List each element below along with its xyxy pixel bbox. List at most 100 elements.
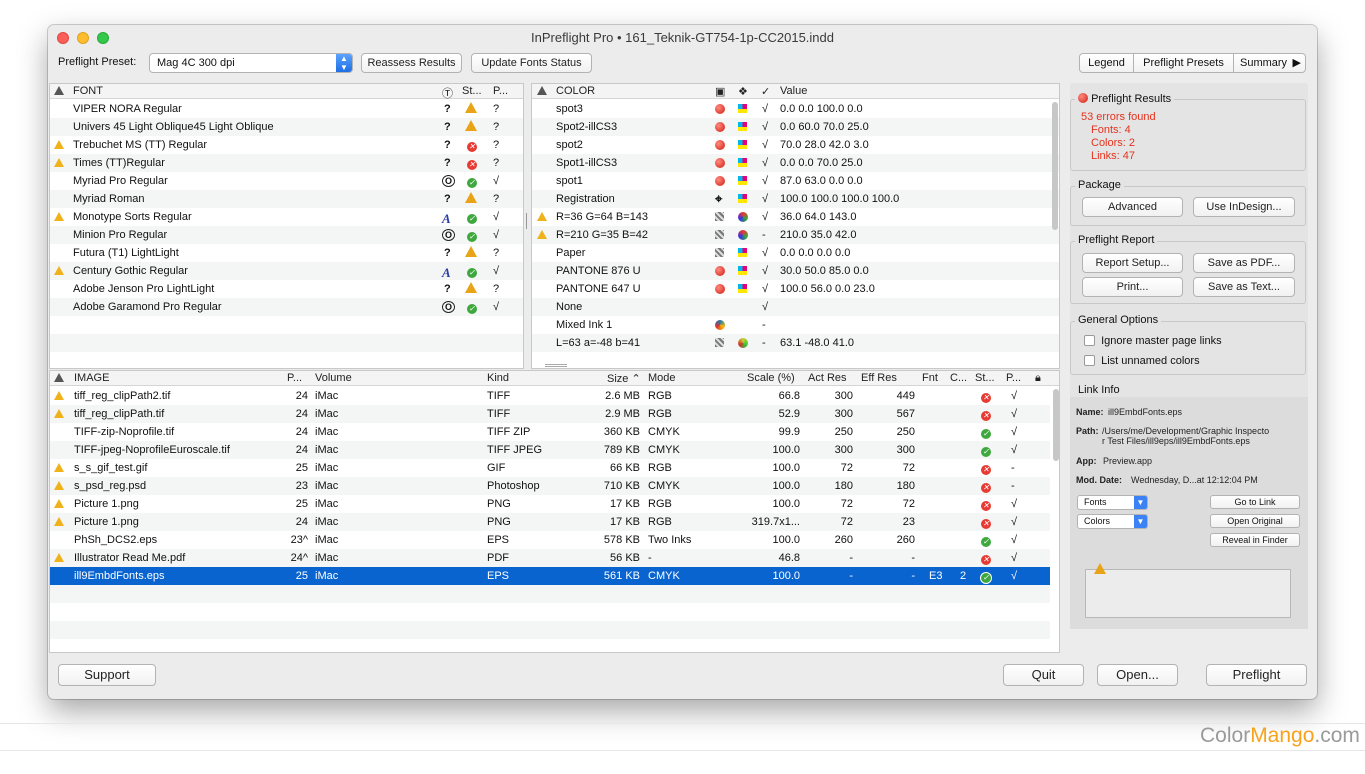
horizontal-splitter[interactable] [545, 364, 567, 367]
color-name: Paper [556, 247, 586, 259]
open-original-button[interactable]: Open Original [1210, 514, 1300, 528]
preflight-button[interactable]: Preflight [1206, 664, 1307, 686]
image-kind: EPS [487, 534, 510, 546]
font-row[interactable]: Myriad Roman?? [50, 190, 523, 208]
color-row[interactable]: spot1 √ 87.0 63.0 0.0 0.0 [532, 172, 1059, 190]
support-button[interactable]: Support [58, 664, 156, 686]
image-row[interactable]: Illustrator Read Me.pdf 24^ iMac PDF 56 KB -4… [50, 549, 1050, 567]
preset-select[interactable]: Mag 4C 300 dpi ▲ ▼ [149, 53, 353, 73]
image-table-header: IMAGE P... Volume Kind Size ⌃ Mode Scale… [50, 371, 1059, 386]
update-fonts-status-button[interactable]: Update Fonts Status [471, 53, 592, 73]
legend-tab[interactable]: Legend [1079, 53, 1134, 73]
image-row[interactable]: Picture 1.png 25 iMac PNG 17 KB RGB 100.0 72 72 ✕… [50, 495, 1050, 513]
minimize-window-button[interactable] [77, 32, 89, 44]
spot-color-icon [715, 175, 725, 188]
print-button[interactable]: Print... [1082, 277, 1183, 297]
color-value: 63.1 -48.0 41.0 [780, 337, 855, 349]
image-scrollbar[interactable] [1053, 389, 1059, 461]
zoom-window-button[interactable] [97, 32, 109, 44]
color-row[interactable]: R=36 G=64 B=143 √ 36.0 64.0 143.0 [532, 208, 1059, 226]
image-row[interactable]: s_s_gif_test.gif 25 iMac GIF 66 KB RGB 100.0 72… [50, 459, 1050, 477]
p-column-header[interactable]: P... [493, 85, 508, 97]
color-row[interactable]: Spot1-illCS3 √ 0.0 0.0 70.0 25.0 [532, 154, 1059, 172]
font-row[interactable]: Futura (T1) LightLight?? [50, 244, 523, 262]
pane-splitter[interactable] [526, 83, 529, 369]
color-row[interactable]: Spot2-illCS3 √ 0.0 60.0 70.0 25.0 [532, 118, 1059, 136]
mode-column-header[interactable]: Mode [648, 372, 676, 384]
report-setup-button[interactable]: Report Setup... [1082, 253, 1183, 273]
font-row[interactable]: Univers 45 Light Oblique45 Light Oblique… [50, 118, 523, 136]
c-column-header[interactable]: C... [950, 372, 967, 384]
image-name: TIFF-zip-Noprofile.tif [74, 426, 175, 438]
color-row[interactable]: Registration ⌖ √ 100.0 100.0 100.0 100.0 [532, 190, 1059, 208]
close-window-button[interactable] [57, 32, 69, 44]
color-scrollbar[interactable] [1052, 102, 1058, 230]
color-row[interactable]: PANTONE 876 U √ 30.0 50.0 85.0 0.0 [532, 262, 1059, 280]
image-row[interactable]: tiff_reg_clipPath.tif 24 iMac TIFF 2.9 MB RGB… [50, 405, 1050, 423]
image-mode: - [648, 552, 652, 564]
font-row[interactable]: Adobe Jenson Pro LightLight?? [50, 280, 523, 298]
color-row[interactable]: None √ [532, 298, 1059, 316]
size-column-header[interactable]: Size ⌃ [607, 372, 641, 385]
image-row[interactable]: ill9EmbdFonts.eps 25 iMac EPS 561 KB CMYK 100.… [50, 567, 1050, 585]
color-row[interactable]: spot2 √ 70.0 28.0 42.0 3.0 [532, 136, 1059, 154]
save-as-text-button[interactable]: Save as Text... [1193, 277, 1295, 297]
color-row[interactable]: L=63 a=-48 b=41 - 63.1 -48.0 41.0 [532, 334, 1059, 352]
st-column-header[interactable]: St... [975, 372, 995, 384]
font-row[interactable]: Century Gothic Regular A ✓ √ [50, 262, 523, 280]
volume-column-header[interactable]: Volume [315, 372, 352, 384]
color-column-header[interactable]: COLOR [556, 85, 595, 97]
p-column-header[interactable]: P... [1006, 372, 1021, 384]
fnt-column-header[interactable]: Fnt [922, 372, 938, 384]
color-row[interactable]: Paper √ 0.0 0.0 0.0 0.0 [532, 244, 1059, 262]
colors-select[interactable]: Colors ▼ [1077, 514, 1148, 529]
fonts-select[interactable]: Fonts ▼ [1077, 495, 1148, 510]
image-scale: 100.0 [772, 534, 800, 546]
color-check: √ [762, 175, 769, 187]
font-row[interactable]: Adobe Garamond Pro Regular O ✓ √ [50, 298, 523, 316]
scale-column-header[interactable]: Scale (%) [747, 372, 795, 384]
color-row[interactable]: PANTONE 647 U √ 100.0 56.0 0.0 23.0 [532, 280, 1059, 298]
use-indesign-button[interactable]: Use InDesign... [1193, 197, 1295, 217]
go-to-link-button[interactable]: Go to Link [1210, 495, 1300, 509]
image-row[interactable]: TIFF-jpeg-NoprofileEuroscale.tif 24 iMac TI… [50, 441, 1050, 459]
status-column-header[interactable]: St... [462, 85, 482, 97]
font-column-header[interactable]: FONT [73, 85, 103, 97]
color-row[interactable]: R=210 G=35 B=42 - 210.0 35.0 42.0 [532, 226, 1059, 244]
image-row[interactable]: tiff_reg_clipPath2.tif 24 iMac TIFF 2.6 MB RG… [50, 387, 1050, 405]
open-button[interactable]: Open... [1097, 664, 1178, 686]
image-eff-res: - [911, 552, 915, 564]
summary-tab[interactable]: Summary ▶ [1233, 53, 1306, 73]
effres-column-header[interactable]: Eff Res [861, 372, 897, 384]
image-row[interactable]: Picture 1.png 24 iMac PNG 17 KB RGB 319.7x1...… [50, 513, 1050, 531]
watermark-logo: ColorMango.com [1200, 724, 1360, 748]
image-volume: iMac [315, 498, 339, 510]
font-row[interactable]: Monotype Sorts Regular A ✓ √ [50, 208, 523, 226]
image-row[interactable]: s_psd_reg.psd 23 iMac Photoshop 710 KB CMYK 10… [50, 477, 1050, 495]
list-unnamed-colors-checkbox[interactable]: List unnamed colors [1084, 353, 1200, 367]
image-column-header[interactable]: IMAGE [74, 372, 109, 384]
font-row[interactable]: Trebuchet MS (TT) Regular? ✕? [50, 136, 523, 154]
color-row[interactable]: spot3 √ 0.0 0.0 100.0 0.0 [532, 100, 1059, 118]
color-row[interactable]: Mixed Ink 1 - [532, 316, 1059, 334]
font-row[interactable]: Myriad Pro Regular O ✓ √ [50, 172, 523, 190]
reassess-results-button[interactable]: Reassess Results [361, 53, 462, 73]
image-row[interactable]: TIFF-zip-Noprofile.tif 24 iMac TIFF ZIP 360 … [50, 423, 1050, 441]
image-page: 24 [295, 408, 308, 420]
quit-button[interactable]: Quit [1003, 664, 1084, 686]
save-as-pdf-button[interactable]: Save as PDF... [1193, 253, 1295, 273]
page-column-header[interactable]: P... [287, 372, 302, 384]
empty-row [50, 603, 1050, 621]
actres-column-header[interactable]: Act Res [808, 372, 847, 384]
reveal-in-finder-button[interactable]: Reveal in Finder [1210, 533, 1300, 547]
font-row[interactable]: Times (TT)Regular? ✕? [50, 154, 523, 172]
image-row[interactable]: PhSh_DCS2.eps 23^ iMac EPS 578 KB Two Inks 100… [50, 531, 1050, 549]
check-column-header[interactable]: ✓ [761, 85, 770, 98]
preflight-presets-tab[interactable]: Preflight Presets [1133, 53, 1234, 73]
font-row[interactable]: VIPER NORA Regular?? [50, 100, 523, 118]
value-column-header[interactable]: Value [780, 85, 807, 97]
kind-column-header[interactable]: Kind [487, 372, 509, 384]
advanced-button[interactable]: Advanced [1082, 197, 1183, 217]
font-row[interactable]: Minion Pro Regular O ✓ √ [50, 226, 523, 244]
ignore-master-page-links-checkbox[interactable]: Ignore master page links [1084, 333, 1222, 347]
